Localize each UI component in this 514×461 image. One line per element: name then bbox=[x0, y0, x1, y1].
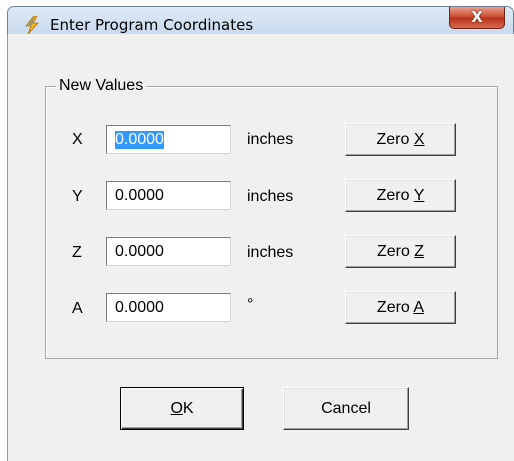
x-value-field[interactable]: 0.0000 bbox=[106, 125, 231, 154]
lightning-bolt-icon bbox=[25, 16, 39, 34]
y-unit-label: inches bbox=[247, 188, 294, 205]
ok-label: K bbox=[182, 400, 194, 417]
axis-label-a: A bbox=[72, 300, 83, 317]
zero-y-key: Y bbox=[413, 187, 425, 204]
axis-label-z: Z bbox=[72, 244, 82, 261]
zero-y-label: Zero bbox=[376, 187, 414, 204]
cancel-button[interactable]: Cancel bbox=[283, 387, 409, 430]
zero-y-button[interactable]: Zero Y bbox=[345, 179, 456, 212]
z-unit-label: inches bbox=[247, 244, 294, 261]
close-button[interactable]: X bbox=[449, 7, 505, 29]
a-value-text: 0.0000 bbox=[115, 299, 164, 316]
close-icon: X bbox=[471, 8, 483, 26]
zero-z-key: Z bbox=[414, 243, 425, 260]
a-value-field[interactable]: 0.0000 bbox=[106, 293, 231, 322]
y-value-text: 0.0000 bbox=[115, 187, 164, 204]
axis-label-x: X bbox=[72, 131, 83, 148]
zero-x-button[interactable]: Zero X bbox=[345, 123, 456, 156]
axis-label-y: Y bbox=[72, 188, 83, 205]
zero-x-key: X bbox=[413, 131, 425, 148]
z-value-text: 0.0000 bbox=[115, 243, 164, 260]
zero-z-label: Zero bbox=[376, 243, 415, 260]
x-unit-label: inches bbox=[247, 131, 294, 148]
zero-a-key: A bbox=[413, 299, 425, 316]
zero-a-button[interactable]: Zero A bbox=[345, 291, 456, 324]
window-title: Enter Program Coordinates bbox=[50, 16, 254, 34]
zero-x-label: Zero bbox=[376, 131, 414, 148]
z-value-field[interactable]: 0.0000 bbox=[106, 237, 231, 266]
y-value-field[interactable]: 0.0000 bbox=[106, 181, 231, 210]
group-label: New Values bbox=[56, 77, 147, 95]
ok-key: O bbox=[170, 400, 183, 417]
x-value-text: 0.0000 bbox=[115, 131, 164, 149]
a-unit-label: ° bbox=[247, 296, 254, 313]
ok-button[interactable]: OK bbox=[120, 387, 244, 430]
zero-a-label: Zero bbox=[376, 299, 414, 316]
zero-z-button[interactable]: Zero Z bbox=[345, 235, 456, 268]
